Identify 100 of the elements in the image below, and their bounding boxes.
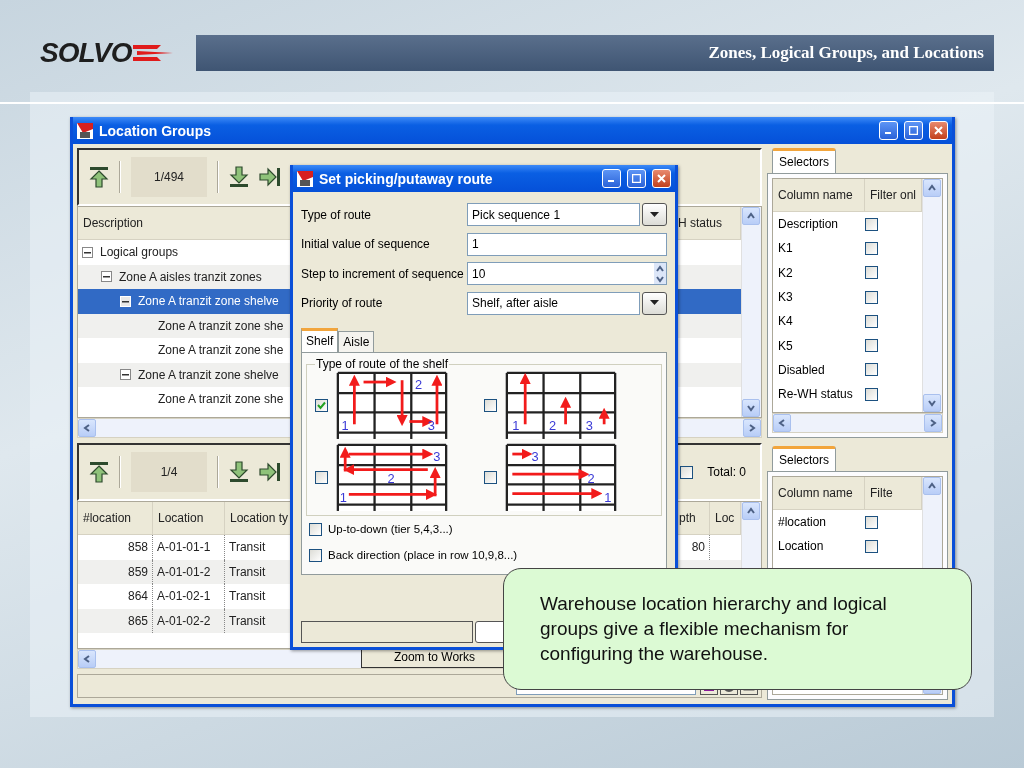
scroll-up-button[interactable] bbox=[923, 477, 941, 495]
checkbox[interactable] bbox=[865, 266, 878, 280]
column-header[interactable]: Loc bbox=[710, 502, 741, 534]
scroll-left-button[interactable] bbox=[78, 650, 96, 668]
column-header[interactable]: Location bbox=[153, 502, 225, 534]
arrow-right-to-bar-icon[interactable] bbox=[259, 167, 281, 187]
shelf-route-drawing: 1 2 3 bbox=[505, 371, 617, 439]
vertical-scrollbar[interactable] bbox=[922, 179, 942, 412]
selectors-tab[interactable]: Selectors bbox=[772, 446, 836, 471]
table-cell: 865 bbox=[78, 608, 153, 633]
column-name: K4 bbox=[777, 314, 794, 329]
tree-item-label: Zone A tranzit zone shelve bbox=[138, 294, 279, 309]
column-name: Location bbox=[777, 539, 825, 554]
chevron-up-icon bbox=[927, 481, 937, 491]
checkbox[interactable] bbox=[680, 465, 694, 479]
scroll-left-button[interactable] bbox=[78, 419, 96, 437]
vertical-scrollbar[interactable] bbox=[741, 207, 761, 417]
dropdown-field[interactable]: Shelf, after aisle bbox=[467, 291, 640, 315]
column-header[interactable]: #location bbox=[78, 502, 153, 534]
chevron-up-icon bbox=[655, 263, 665, 274]
scroll-up-button[interactable] bbox=[742, 502, 760, 520]
chevron-left-icon bbox=[777, 418, 787, 428]
horizontal-scrollbar[interactable] bbox=[772, 413, 943, 433]
table-cell: 864 bbox=[78, 584, 153, 609]
tree-toggle[interactable] bbox=[120, 369, 131, 381]
checkbox[interactable] bbox=[865, 339, 878, 353]
minimize-button[interactable] bbox=[602, 169, 621, 188]
dropdown-button[interactable] bbox=[642, 203, 667, 227]
maximize-icon bbox=[909, 126, 918, 135]
checkbox[interactable] bbox=[865, 290, 878, 304]
close-icon bbox=[934, 126, 943, 135]
column-header[interactable]: Column name bbox=[773, 477, 865, 509]
logo-text: SOLVO bbox=[40, 37, 132, 69]
checkbox[interactable] bbox=[315, 470, 328, 484]
chevron-down-icon bbox=[746, 403, 756, 413]
checkbox[interactable] bbox=[865, 515, 878, 529]
tab[interactable]: Shelf bbox=[301, 328, 339, 353]
minus-icon bbox=[122, 371, 129, 379]
checkbox[interactable] bbox=[865, 217, 878, 231]
dialog-field[interactable] bbox=[301, 621, 473, 643]
check-icon bbox=[317, 400, 326, 410]
scroll-up-button[interactable] bbox=[742, 207, 760, 225]
group-title: Type of route of the shelf bbox=[315, 357, 450, 371]
arrow-down-to-bar-icon[interactable] bbox=[229, 166, 249, 188]
dropdown-field[interactable]: Pick sequence 1 bbox=[467, 203, 640, 227]
tree-item-label: Zone A tranzit zone shelve bbox=[138, 367, 279, 382]
arrow-right-to-bar-icon[interactable] bbox=[259, 462, 281, 482]
checkbox[interactable] bbox=[315, 398, 328, 412]
scroll-down-button[interactable] bbox=[923, 394, 941, 412]
scroll-left-button[interactable] bbox=[773, 414, 791, 432]
checkbox[interactable] bbox=[309, 548, 322, 562]
chevron-up-icon bbox=[927, 183, 937, 193]
column-name: K3 bbox=[777, 290, 794, 305]
minus-icon bbox=[103, 273, 110, 281]
chevron-left-icon bbox=[82, 654, 92, 664]
tree-item-label: Zone A tranzit zone she bbox=[158, 392, 284, 407]
checkbox[interactable] bbox=[309, 522, 322, 536]
slide-title: Zones, Logical Groups, and Locations bbox=[708, 43, 984, 63]
maximize-button[interactable] bbox=[627, 169, 646, 188]
column-name: Disabled bbox=[777, 362, 826, 377]
scroll-down-button[interactable] bbox=[742, 399, 760, 417]
tree-item-label: Zone A tranzit zone she bbox=[158, 318, 284, 333]
column-header[interactable]: Column name bbox=[773, 179, 865, 211]
close-button[interactable] bbox=[929, 121, 948, 140]
column-name: K1 bbox=[777, 241, 794, 256]
tab[interactable]: Aisle bbox=[338, 331, 375, 352]
tree-toggle[interactable] bbox=[82, 246, 93, 258]
checkbox[interactable] bbox=[865, 363, 878, 377]
tree-item-label: Zone A tranzit zone she bbox=[158, 343, 284, 358]
arrow-down-to-bar-icon[interactable] bbox=[229, 461, 249, 483]
checkbox[interactable] bbox=[484, 470, 497, 484]
window-title: Location Groups bbox=[99, 122, 212, 139]
close-button[interactable] bbox=[652, 169, 671, 188]
checkbox[interactable] bbox=[484, 398, 497, 412]
input-field[interactable]: 1 bbox=[467, 232, 667, 256]
scroll-up-button[interactable] bbox=[923, 179, 941, 197]
checkbox[interactable] bbox=[865, 314, 878, 328]
arrow-up-to-bar-icon[interactable] bbox=[89, 461, 109, 483]
tree-toggle[interactable] bbox=[101, 271, 112, 283]
dropdown-button[interactable] bbox=[642, 291, 667, 315]
maximize-button[interactable] bbox=[904, 121, 923, 140]
minimize-button[interactable] bbox=[879, 121, 898, 140]
chevron-up-icon bbox=[746, 211, 756, 221]
scroll-right-button[interactable] bbox=[924, 414, 942, 432]
scroll-right-button[interactable] bbox=[743, 419, 761, 437]
checkbox[interactable] bbox=[865, 241, 878, 255]
checkbox[interactable] bbox=[865, 539, 878, 553]
field-label: Step to increment of sequence bbox=[301, 266, 465, 281]
chevron-down-icon bbox=[927, 398, 937, 408]
chevron-down-icon bbox=[655, 274, 665, 284]
selectors-tab[interactable]: Selectors bbox=[772, 148, 836, 173]
arrow-up-to-bar-icon[interactable] bbox=[89, 166, 109, 188]
app-icon bbox=[297, 170, 313, 187]
checkbox[interactable] bbox=[865, 387, 878, 401]
column-name: Re-WH status bbox=[777, 387, 854, 402]
table-cell: A-01-02-2 bbox=[153, 608, 225, 633]
chevron-right-icon bbox=[747, 423, 757, 433]
dialog-title: Set picking/putaway route bbox=[319, 170, 494, 187]
table-cell: A-01-02-1 bbox=[153, 584, 225, 609]
spinner-field[interactable]: 10 bbox=[467, 262, 667, 286]
